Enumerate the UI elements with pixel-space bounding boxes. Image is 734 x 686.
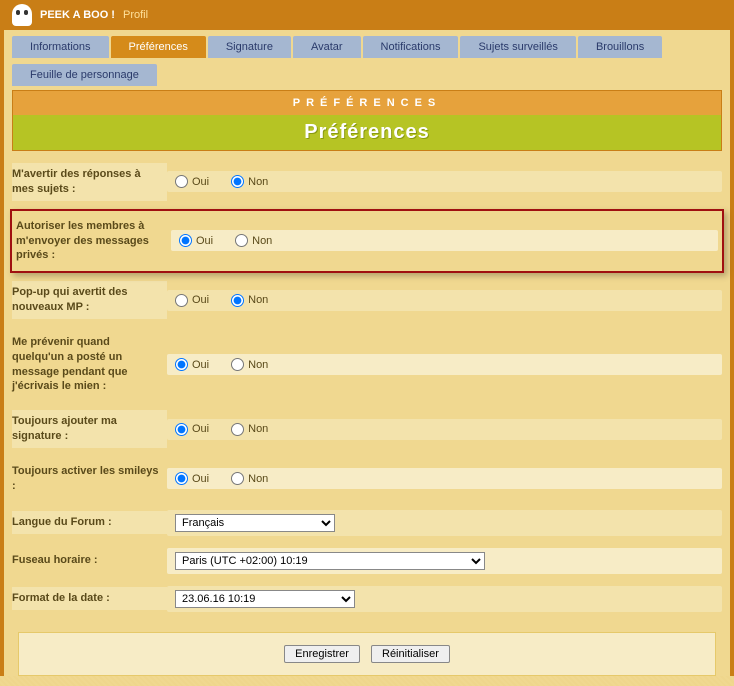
top-bar: PEEK A BOO ! Profil [4, 0, 730, 30]
tab-preferences[interactable]: Préférences [111, 36, 206, 58]
label-notify-responses: M'avertir des réponses à mes sujets : [12, 163, 167, 201]
row-add-signature: Toujours ajouter ma signature : Oui Non [12, 404, 722, 454]
radio-add-signature-oui[interactable] [175, 423, 188, 436]
tab-brouillons[interactable]: Brouillons [578, 36, 662, 58]
label-allow-pm: Autoriser les membres à m'envoyer des me… [16, 215, 171, 268]
radio-enable-smileys-non[interactable] [231, 472, 244, 485]
row-notify-concurrent: Me prévenir quand quelqu'un a posté un m… [12, 325, 722, 404]
label-timezone: Fuseau horaire : [12, 549, 167, 572]
tab-feuille-personnage[interactable]: Feuille de personnage [12, 64, 157, 86]
label-notify-concurrent: Me prévenir quand quelqu'un a posté un m… [12, 331, 167, 398]
radio-notify-concurrent-non[interactable] [231, 358, 244, 371]
save-button[interactable]: Enregistrer [284, 645, 360, 663]
label-date-format: Format de la date : [12, 587, 167, 610]
reset-button[interactable]: Réinitialiser [371, 645, 450, 663]
select-date-format[interactable]: 23.06.16 10:19 [175, 590, 355, 608]
tab-bar: Informations Préférences Signature Avata… [4, 30, 730, 90]
row-date-format: Format de la date : 23.06.16 10:19 [12, 580, 722, 618]
radio-notify-responses-oui[interactable] [175, 175, 188, 188]
tab-signature[interactable]: Signature [208, 36, 291, 58]
banner-title: Préférences [13, 115, 721, 150]
form-footer: Enregistrer Réinitialiser [18, 632, 716, 676]
row-language: Langue du Forum : Français [12, 504, 722, 542]
radio-allow-pm-non[interactable] [235, 234, 248, 247]
select-timezone[interactable]: Paris (UTC +02:00) 10:19 [175, 552, 485, 570]
row-timezone: Fuseau horaire : Paris (UTC +02:00) 10:1… [12, 542, 722, 580]
banner-crumb: PRÉFÉRENCES [13, 91, 721, 115]
row-allow-pm: Autoriser les membres à m'envoyer des me… [10, 209, 724, 274]
radio-notify-responses-non[interactable] [231, 175, 244, 188]
ghost-icon [12, 4, 32, 26]
radio-enable-smileys-oui[interactable] [175, 472, 188, 485]
site-title: PEEK A BOO ! [40, 9, 115, 21]
tab-sujets-surveilles[interactable]: Sujets surveillés [460, 36, 575, 58]
breadcrumb-profil[interactable]: Profil [123, 9, 148, 21]
radio-popup-pm-non[interactable] [231, 294, 244, 307]
select-language[interactable]: Français [175, 514, 335, 532]
row-popup-pm: Pop-up qui avertit des nouveaux MP : Oui… [12, 275, 722, 325]
page-banner: PRÉFÉRENCES Préférences [12, 90, 722, 151]
label-add-signature: Toujours ajouter ma signature : [12, 410, 167, 448]
radio-add-signature-non[interactable] [231, 423, 244, 436]
radio-notify-concurrent-oui[interactable] [175, 358, 188, 371]
label-enable-smileys: Toujours activer les smileys : [12, 460, 167, 498]
preferences-form: M'avertir des réponses à mes sujets : Ou… [4, 151, 730, 626]
radio-allow-pm-oui[interactable] [179, 234, 192, 247]
label-language: Langue du Forum : [12, 511, 167, 534]
row-enable-smileys: Toujours activer les smileys : Oui Non [12, 454, 722, 504]
tab-avatar[interactable]: Avatar [293, 36, 361, 58]
tab-informations[interactable]: Informations [12, 36, 109, 58]
row-notify-responses: M'avertir des réponses à mes sujets : Ou… [12, 157, 722, 207]
tab-notifications[interactable]: Notifications [363, 36, 459, 58]
radio-popup-pm-oui[interactable] [175, 294, 188, 307]
label-popup-pm: Pop-up qui avertit des nouveaux MP : [12, 281, 167, 319]
